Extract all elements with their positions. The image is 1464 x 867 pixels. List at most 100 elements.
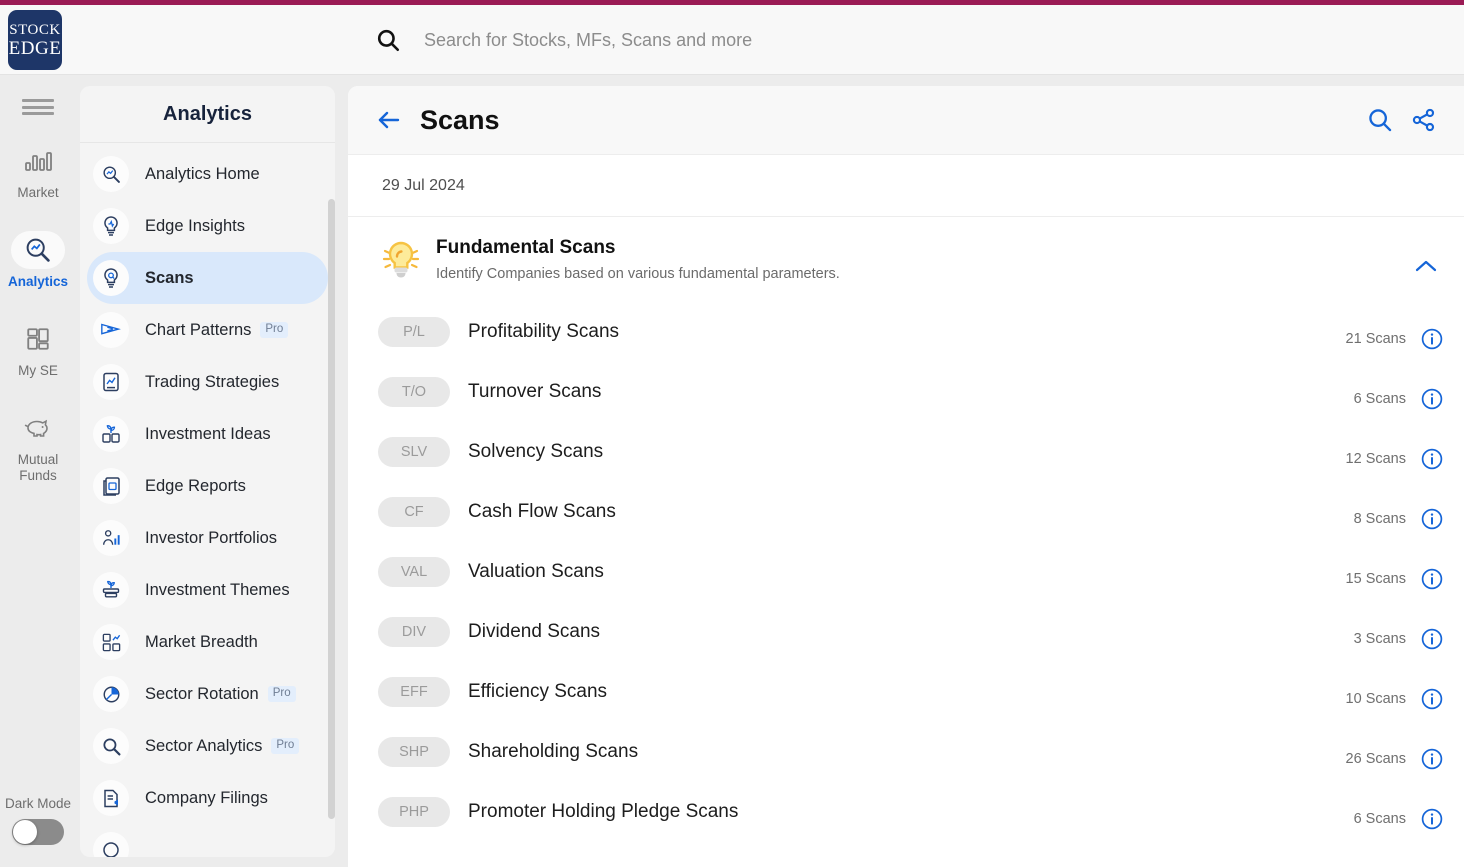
group-subtitle: Identify Companies based on various fund… xyxy=(436,266,840,282)
sidebar-item-company-filings[interactable]: Company Filings xyxy=(87,772,328,824)
info-icon[interactable] xyxy=(1420,687,1444,711)
sidebar-item-sector-analytics[interactable]: Sector Analytics Pro xyxy=(87,720,328,772)
scan-name: Promoter Holding Pledge Scans xyxy=(468,801,739,822)
grid-icon xyxy=(11,320,65,358)
scan-code-badge: T/O xyxy=(378,377,450,407)
info-icon[interactable] xyxy=(1420,807,1444,831)
sidebar-item-chart-patterns[interactable]: Chart Patterns Pro xyxy=(87,304,328,356)
scan-code-badge: SLV xyxy=(378,437,450,467)
info-icon[interactable] xyxy=(1420,387,1444,411)
rail-items: Market Analytics My SE Mutual Funds xyxy=(0,138,76,486)
scan-date: 29 Jul 2024 xyxy=(348,155,1464,217)
top-bar: STOCK EDGE xyxy=(0,5,1464,75)
rail-label: My SE xyxy=(18,362,58,378)
rail-item-mutual-funds[interactable]: Mutual Funds xyxy=(0,405,76,486)
sidebar-item-label: Investor Portfolios xyxy=(145,528,278,547)
sidebar-item-label: Edge Insights xyxy=(145,216,245,235)
sidebar-item-investment-ideas[interactable]: Investment Ideas xyxy=(87,408,328,460)
scan-count: 12 Scans xyxy=(1345,451,1406,467)
sidebar-item-label: Scans xyxy=(145,268,194,287)
magnifier-chart-icon xyxy=(11,230,65,269)
sidebar-item-list: Analytics Home Edge Insights Scans Chart… xyxy=(80,143,335,857)
sidebar-item-investor-portfolios[interactable]: Investor Portfolios xyxy=(87,512,328,564)
rail-label: Analytics xyxy=(7,273,69,289)
scan-row[interactable]: VAL Valuation Scans 15 Scans xyxy=(348,542,1464,602)
main-header: Scans xyxy=(348,86,1464,155)
strategy-icon xyxy=(93,364,129,400)
scan-row[interactable]: PHP Promoter Holding Pledge Scans 6 Scan… xyxy=(348,782,1464,842)
themes-icon xyxy=(93,572,129,608)
scan-name: Dividend Scans xyxy=(468,621,601,642)
page-title: Scans xyxy=(420,104,500,135)
scan-row[interactable]: T/O Turnover Scans 6 Scans xyxy=(348,362,1464,422)
toggle-knob xyxy=(13,820,37,844)
dark-mode-toggle[interactable] xyxy=(12,819,64,845)
scan-row[interactable]: EFF Efficiency Scans 10 Scans xyxy=(348,662,1464,722)
arrow-left-icon[interactable] xyxy=(374,105,404,135)
rail-label: Mutual Funds xyxy=(17,451,59,483)
rail-item-market[interactable]: Market xyxy=(0,138,76,203)
magnifier-chart-icon xyxy=(93,156,129,192)
search-icon xyxy=(93,728,129,764)
scan-name: Turnover Scans xyxy=(468,381,602,402)
sidebar-item-investment-themes[interactable]: Investment Themes xyxy=(87,564,328,616)
scan-code-badge: P/L xyxy=(378,317,450,347)
hamburger-icon[interactable] xyxy=(22,96,54,118)
sidebar-item-sector-rotation[interactable]: Sector Rotation Pro xyxy=(87,668,328,720)
group-title: Fundamental Scans xyxy=(436,237,616,258)
share-icon[interactable] xyxy=(1402,98,1446,142)
fundamental-scans-group-header[interactable]: Fundamental Scans Identify Companies bas… xyxy=(348,217,1464,302)
rail-item-analytics[interactable]: Analytics xyxy=(0,227,76,292)
rail-item-my-se[interactable]: My SE xyxy=(0,316,76,381)
scan-count: 26 Scans xyxy=(1345,751,1406,767)
scan-row[interactable]: SHP Shareholding Scans 26 Scans xyxy=(348,722,1464,782)
scan-count: 10 Scans xyxy=(1345,691,1406,707)
scan-code-badge: CF xyxy=(378,497,450,527)
main-content-panel: Scans 29 Jul 2024 Fundamental Scans Iden… xyxy=(348,86,1464,867)
stockedge-logo[interactable]: STOCK EDGE xyxy=(8,10,62,70)
money-plant-icon xyxy=(93,416,129,452)
sidebar-item-next-partial[interactable] xyxy=(87,824,328,857)
info-icon[interactable] xyxy=(1420,507,1444,531)
sidebar-item-label: Company Filings xyxy=(145,788,268,807)
scan-code-badge: PHP xyxy=(378,797,450,827)
scan-row[interactable]: CF Cash Flow Scans 8 Scans xyxy=(348,482,1464,542)
search-input[interactable] xyxy=(408,29,1464,51)
scan-row[interactable]: SLV Solvency Scans 12 Scans xyxy=(348,422,1464,482)
chevron-up-icon[interactable] xyxy=(1406,234,1446,274)
info-icon[interactable] xyxy=(1420,567,1444,591)
info-icon[interactable] xyxy=(1420,627,1444,651)
scan-code-badge: SHP xyxy=(378,737,450,767)
bulb-scan-icon xyxy=(93,260,129,296)
scan-row[interactable]: DIV Dividend Scans 3 Scans xyxy=(348,602,1464,662)
search-icon[interactable] xyxy=(1358,98,1402,142)
breadth-icon xyxy=(93,624,129,660)
sidebar-item-scans[interactable]: Scans xyxy=(87,252,328,304)
analytics-sidebar: Analytics Analytics Home Edge Insights S… xyxy=(80,86,335,857)
sidebar-item-edge-reports[interactable]: Edge Reports xyxy=(87,460,328,512)
sidebar-item-edge-insights[interactable]: Edge Insights xyxy=(87,200,328,252)
scan-row[interactable]: P/L Profitability Scans 21 Scans xyxy=(348,302,1464,362)
info-icon[interactable] xyxy=(1420,747,1444,771)
scan-count: 8 Scans xyxy=(1353,511,1406,527)
filings-icon xyxy=(93,780,129,816)
sidebar-item-market-breadth[interactable]: Market Breadth xyxy=(87,616,328,668)
sidebar-scrollbar-thumb[interactable] xyxy=(328,199,335,819)
dark-mode-label: Dark Mode xyxy=(4,796,72,811)
sidebar-scrollbar-track[interactable] xyxy=(328,143,335,857)
scan-count: 6 Scans xyxy=(1353,391,1406,407)
search-icon[interactable] xyxy=(368,20,408,60)
scan-code-badge: DIV xyxy=(378,617,450,647)
scan-name: Profitability Scans xyxy=(468,321,620,342)
logo-line-1: STOCK xyxy=(9,21,61,38)
info-icon[interactable] xyxy=(1420,447,1444,471)
pie-rotation-icon xyxy=(93,676,129,712)
info-icon[interactable] xyxy=(1420,327,1444,351)
left-nav-rail: Market Analytics My SE Mutual Funds Dark… xyxy=(0,76,76,867)
bulb-pulse-icon xyxy=(93,208,129,244)
sidebar-item-label: Investment Ideas xyxy=(145,424,271,443)
chart-pattern-icon xyxy=(93,312,129,348)
sidebar-item-trading-strategies[interactable]: Trading Strategies xyxy=(87,356,328,408)
rail-label: Market xyxy=(17,185,59,200)
sidebar-item-analytics-home[interactable]: Analytics Home xyxy=(87,148,328,200)
